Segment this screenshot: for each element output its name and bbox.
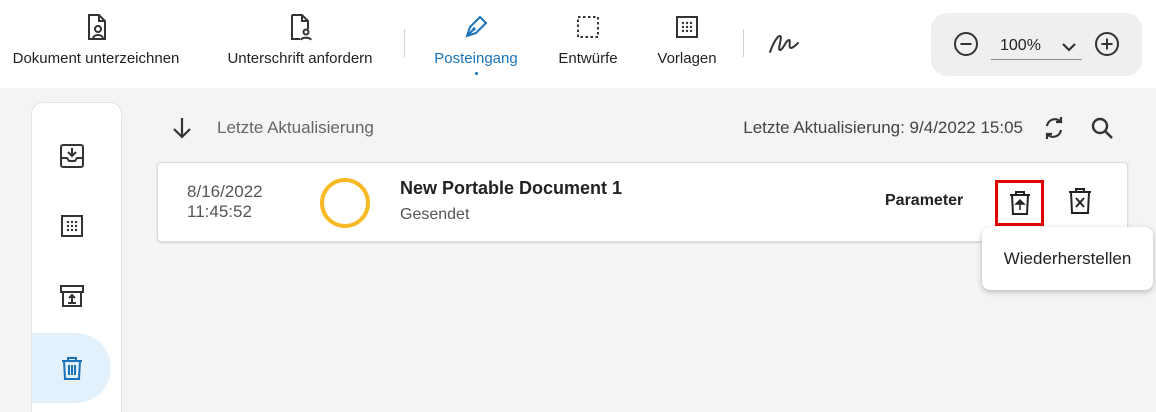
refresh-icon	[1045, 117, 1063, 139]
document-status: Gesendet	[400, 206, 470, 223]
document-timestamp: 8/16/2022 11:45:52	[187, 182, 263, 222]
parameter-button[interactable]: Parameter	[885, 192, 963, 210]
tab-label: Unterschrift anfordern	[227, 50, 373, 67]
signature-button[interactable]	[767, 28, 801, 58]
tab-label: Posteingang	[434, 50, 518, 67]
trash-icon	[61, 357, 82, 380]
zoom-value: 100%	[1000, 37, 1041, 54]
delete-forever-button[interactable]	[1064, 185, 1096, 217]
dashed-square-icon	[577, 16, 599, 38]
zoom-select[interactable]: 100%	[991, 35, 1082, 60]
top-toolbar: Dokument unterzeichnen Unterschrift anfo…	[0, 0, 1156, 88]
tab-dokument-unterzeichnen[interactable]: Dokument unterzeichnen	[6, 12, 186, 78]
document-time: 11:45:52	[187, 202, 252, 221]
search-icon	[1091, 117, 1113, 139]
minus-circle-icon	[954, 32, 978, 56]
sort-button[interactable]	[168, 114, 196, 142]
sidebar-item-inbox[interactable]	[32, 121, 111, 191]
document-users-icon	[291, 14, 312, 41]
search-button[interactable]	[1088, 114, 1116, 142]
dotted-grid-icon	[676, 16, 698, 38]
plus-circle-icon	[1095, 32, 1119, 56]
tab-posteingang[interactable]: Posteingang	[428, 12, 524, 78]
sidebar-item-drafts[interactable]	[32, 191, 111, 261]
tab-entwurfe[interactable]: Entwürfe	[548, 12, 628, 78]
signature-icon	[769, 34, 799, 53]
zoom-control: 100%	[931, 13, 1142, 76]
status-ring-icon	[320, 178, 370, 228]
last-update-text: Letzte Aktualisierung: 9/4/2022 15:05	[743, 118, 1023, 137]
arrow-down-icon	[173, 118, 191, 139]
sidebar	[31, 102, 122, 412]
tab-label: Vorlagen	[657, 50, 717, 67]
sort-label: Letzte Aktualisierung	[217, 118, 374, 137]
zoom-in-button[interactable]	[1093, 30, 1121, 58]
toolbar-divider	[404, 29, 405, 57]
toolbar-divider	[743, 29, 744, 57]
tab-unterschrift-anfordern[interactable]: Unterschrift anfordern	[220, 12, 380, 78]
refresh-button[interactable]	[1040, 114, 1068, 142]
chevron-down-icon	[1062, 43, 1076, 52]
active-indicator	[474, 72, 478, 75]
inbox-download-icon	[59, 144, 84, 168]
sidebar-item-trash[interactable]	[32, 333, 111, 403]
sidebar-item-archive[interactable]	[32, 261, 111, 331]
tab-label: Entwürfe	[558, 50, 618, 67]
document-user-icon	[88, 14, 106, 40]
restore-tooltip: Wiederherstellen	[982, 227, 1153, 290]
pen-icon	[465, 15, 488, 38]
dotted-grid-icon	[60, 215, 83, 237]
zoom-out-button[interactable]	[952, 30, 980, 58]
tab-label: Dokument unterzeichnen	[12, 50, 180, 67]
restore-button[interactable]	[995, 180, 1044, 226]
trash-restore-icon	[1009, 191, 1030, 215]
archive-icon	[59, 285, 84, 307]
document-title: New Portable Document 1	[400, 178, 623, 198]
trash-delete-icon	[1069, 188, 1091, 214]
document-date: 8/16/2022	[187, 182, 263, 201]
tab-vorlagen[interactable]: Vorlagen	[650, 12, 724, 78]
